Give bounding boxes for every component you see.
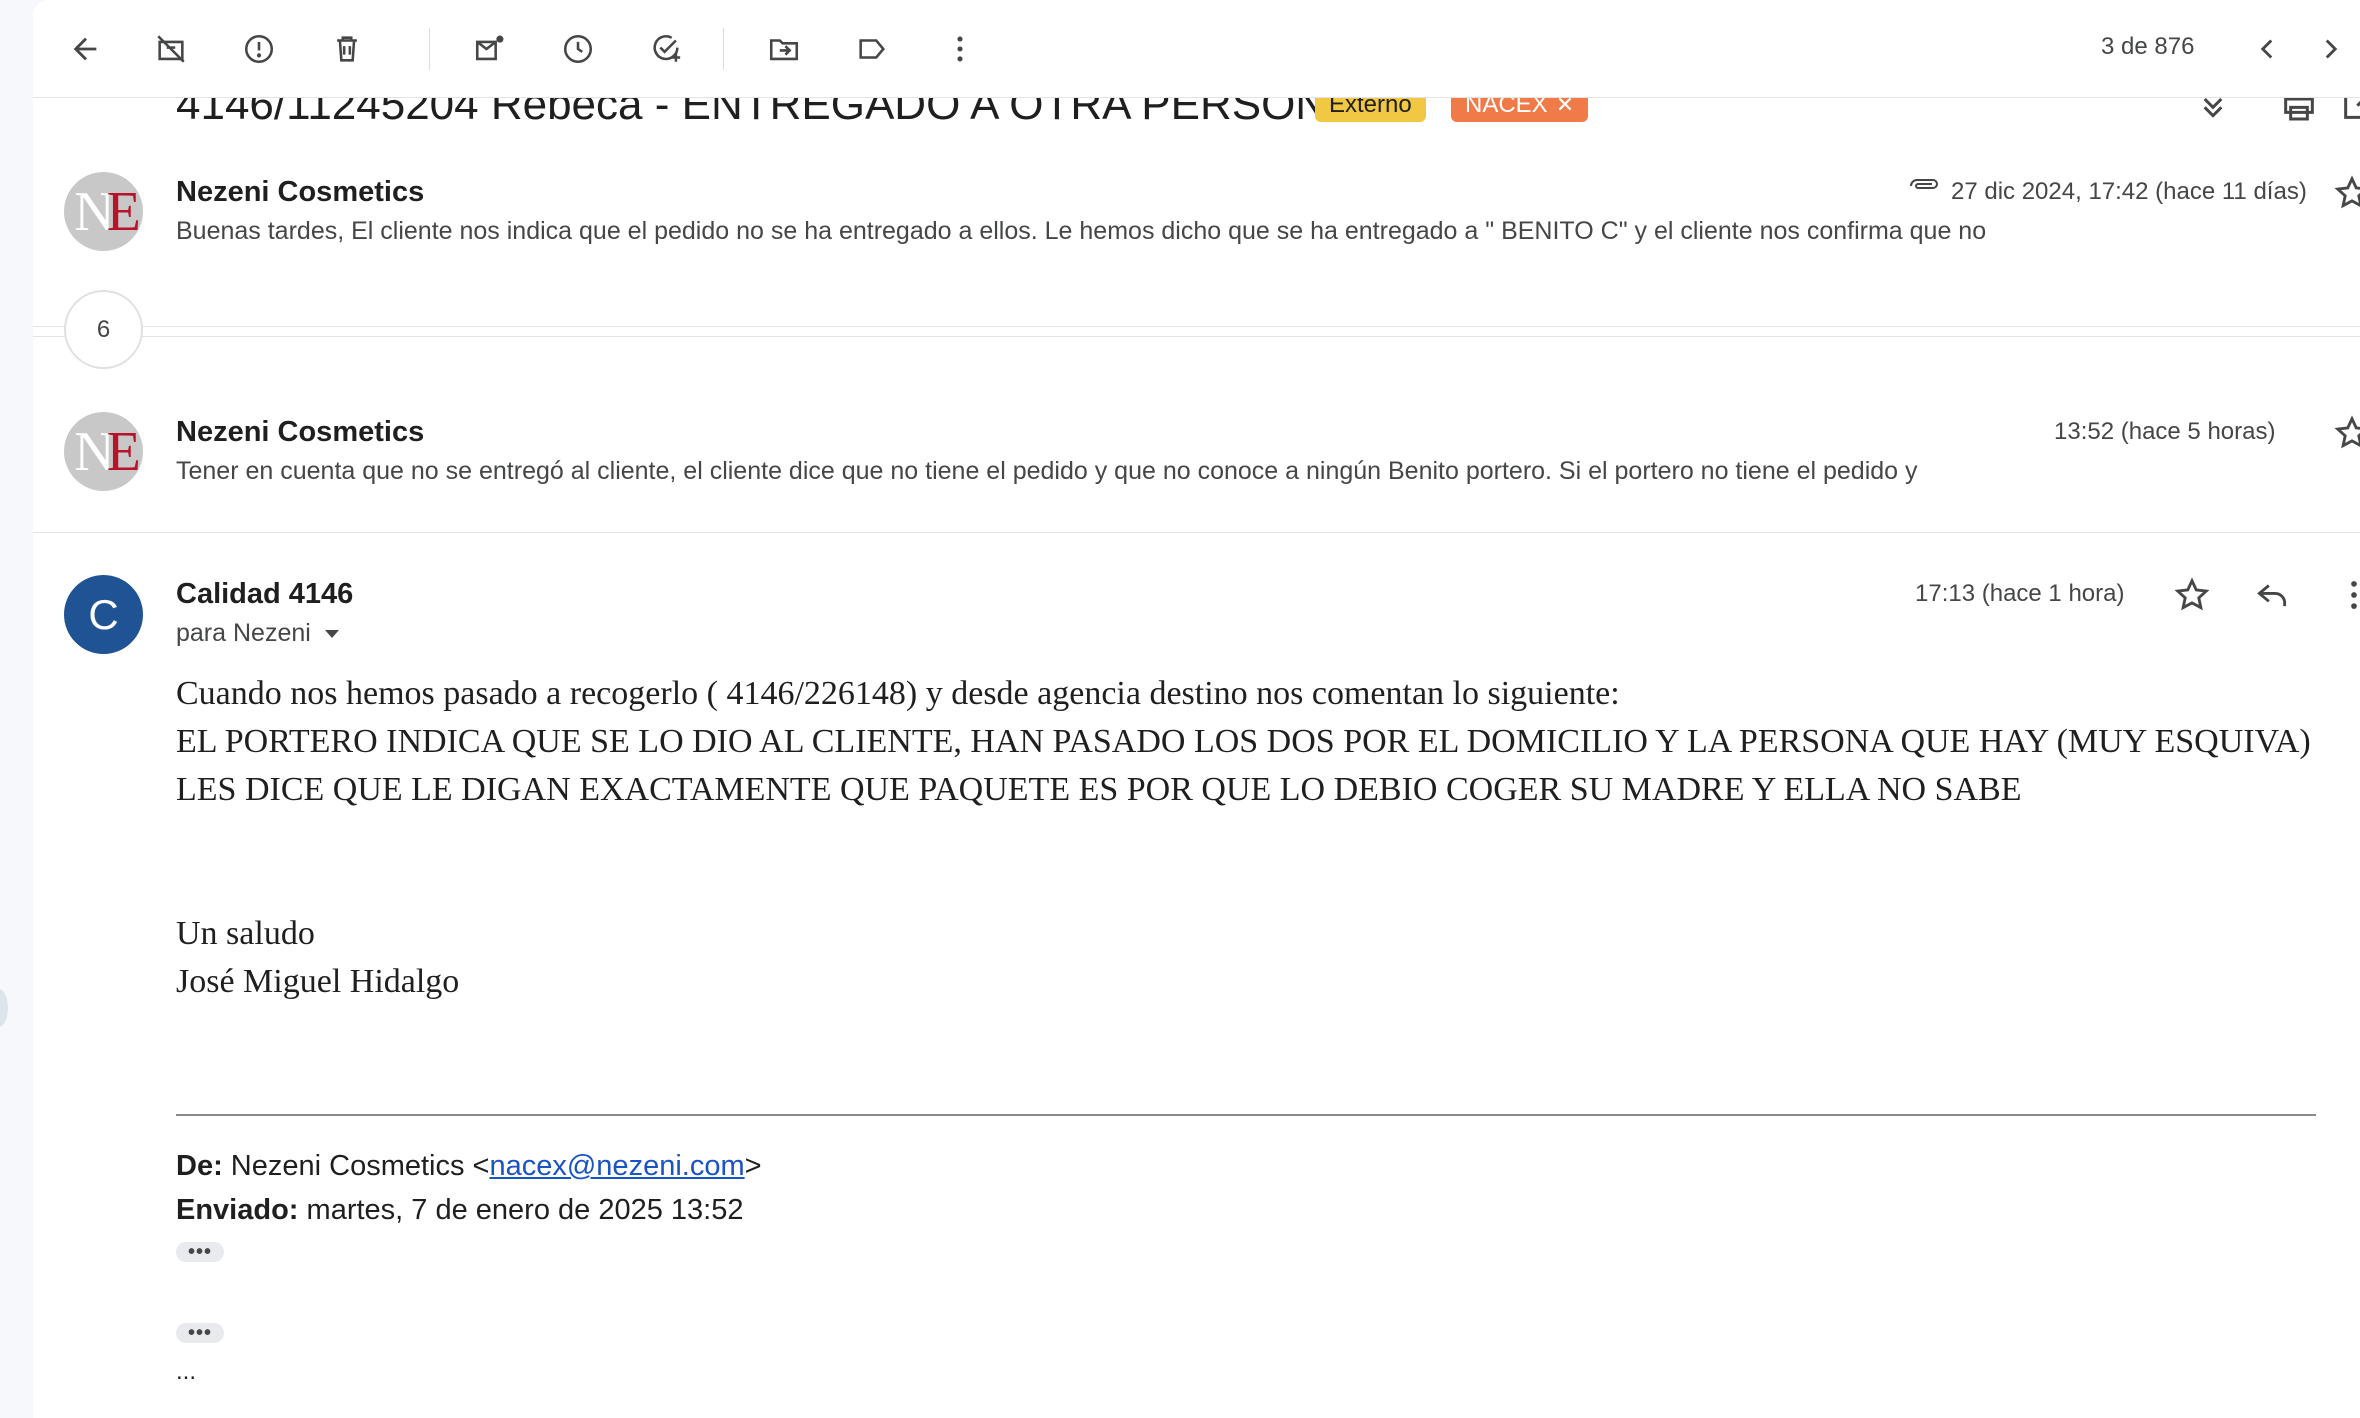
message-date: 27 dic 2024, 17:42 (hace 11 días) [1951,178,2307,205]
quoted-sent-line: Enviado: martes, 7 de enero de 2025 13:5… [176,1194,743,1227]
reply-icon[interactable] [2253,576,2291,614]
message-snippet: Buenas tardes, El cliente nos indica que… [176,217,1987,245]
recipient-label: para Nezeni [176,619,311,647]
recipient-details-toggle[interactable]: para Nezeni [176,619,341,648]
side-panel-handle[interactable] [0,988,8,1028]
message-date: 17:13 (hace 1 hora) [1915,580,2125,607]
snooze-icon [563,34,593,64]
sender-name: Calidad 4146 [176,578,354,610]
newer-button[interactable] [2243,25,2291,73]
thread-divider [33,336,2360,337]
chevron-right-icon [2325,39,2338,59]
quoted-sent-value: martes, 7 de enero de 2025 13:52 [306,1194,744,1226]
more-vert-icon[interactable] [2335,576,2360,614]
avatar: NE [64,172,143,251]
signature-name: José Miguel Hidalgo [176,963,460,1000]
archive-off-icon [157,35,185,63]
quoted-from-line: De: Nezeni Cosmetics <nacex@nezeni.com> [176,1150,762,1183]
back-button[interactable] [61,25,109,73]
move-to-icon [769,39,799,61]
quoted-from-label: De: [176,1150,223,1182]
star-icon[interactable] [2333,414,2360,452]
sender-name: Nezeni Cosmetics [176,176,425,208]
delete-button[interactable] [323,25,371,73]
toolbar: 3 de 876 [33,0,2360,98]
mark-unread-button[interactable] [466,25,514,73]
attachment-icon [1910,179,1938,189]
message-body-intro: Cuando nos hemos pasado a recogerlo ( 41… [176,675,1620,712]
avatar: NE [64,412,143,491]
older-button[interactable] [2307,25,2355,73]
add-task-button[interactable] [642,25,690,73]
more-options-button[interactable] [936,25,984,73]
message-counter: 3 de 876 [2101,33,2195,60]
delete-icon [337,36,357,62]
label-icon [859,39,885,59]
avatar: C [64,575,143,654]
avatar-letter-e: E [106,420,141,483]
toolbar-separator [429,28,430,70]
show-trimmed-content-button[interactable]: ••• [176,1241,224,1263]
thread-divider [33,326,2360,327]
caret-down-icon [324,630,339,639]
quoted-sent-label: Enviado: [176,1194,299,1226]
ellipsis-text: ... [176,1358,197,1385]
avatar-letter-n: N [74,180,115,243]
star-icon[interactable] [2333,174,2360,212]
email-panel: 3 de 876 4146/11245204 Rebeca - ENTREGAD… [33,0,2360,1418]
avatar-letter-e: E [106,180,141,243]
snooze-button[interactable] [554,25,602,73]
message-snippet: Tener en cuenta que no se entregó al cli… [176,457,1918,485]
star-icon[interactable] [2173,576,2211,614]
quoted-from-name: Nezeni Cosmetics < [230,1150,490,1182]
quoted-from-email-link[interactable]: nacex@nezeni.com [489,1150,744,1182]
sender-name: Nezeni Cosmetics [176,416,425,448]
avatar-letter-n: N [74,420,115,483]
archive-button[interactable] [147,25,195,73]
quoted-separator [176,1114,2316,1116]
message-date: 13:52 (hace 5 horas) [2054,418,2276,445]
message-body-main: EL PORTERO INDICA QUE SE LO DIO AL CLIEN… [176,723,2311,808]
collapsed-messages-count[interactable]: 6 [64,290,143,369]
thread-divider [33,532,2360,533]
more-vert-icon [957,36,963,62]
chevron-left-icon [2260,39,2273,59]
report-spam-button[interactable] [235,25,283,73]
label-button[interactable] [848,25,896,73]
move-to-button[interactable] [760,25,808,73]
quoted-from-end: > [744,1150,762,1182]
toolbar-separator [723,28,724,70]
signature-greeting: Un saludo [176,915,315,952]
report-spam-icon [244,34,274,64]
show-trimmed-content-button[interactable]: ••• [176,1322,224,1344]
add-task-icon [653,35,681,62]
back-arrow-icon [73,37,97,61]
mark-unread-icon [475,35,504,61]
